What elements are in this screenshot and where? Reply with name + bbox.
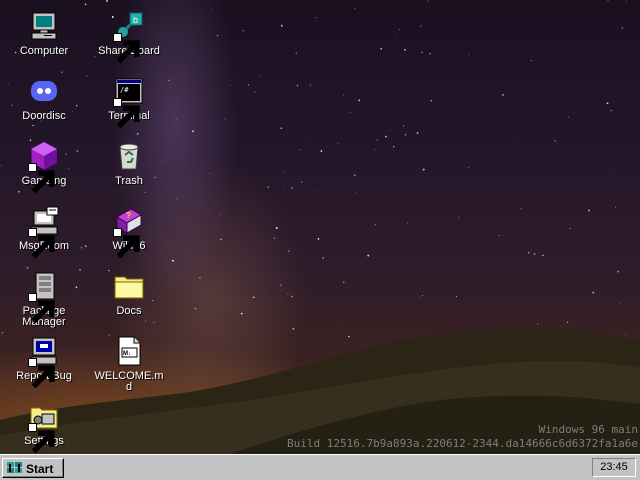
shortcut-arrow-icon	[113, 33, 140, 64]
desktop-icon-wiki96[interactable]: ? Wiki96	[87, 203, 171, 265]
desktop-icon-terminal[interactable]: /# Terminal	[87, 73, 171, 135]
shortcut-arrow-icon	[113, 98, 140, 129]
build-watermark: Windows 96 main Build 12516.7b9a893a.220…	[287, 423, 638, 451]
desktop-icon-docs[interactable]: Docs	[87, 268, 171, 330]
shortcut-arrow-icon	[28, 293, 55, 324]
shortcut-arrow-icon	[28, 423, 55, 454]
trash-icon	[113, 140, 145, 172]
desktop-icon-share-board[interactable]: b Share Board	[87, 8, 171, 70]
desktop-icon-settings[interactable]: Settings	[2, 398, 86, 454]
desktop-icon-label: Trash	[115, 175, 143, 187]
windows96-logo-icon	[7, 461, 23, 475]
desktop-icon-package-manager[interactable]: Package Manager	[2, 268, 86, 332]
svg-text:/#: /#	[120, 86, 129, 94]
desktop-icon-label: Doordisc	[22, 110, 66, 122]
watermark-build: Build 12516.7b9a893a.220612-2344.da14666…	[287, 437, 638, 450]
svg-text:b: b	[133, 15, 138, 25]
settings-icon	[28, 400, 60, 454]
desktop-icon-trash[interactable]: Trash	[87, 138, 171, 200]
desktop-icon-label: Docs	[116, 305, 142, 317]
computer-icon	[28, 10, 60, 42]
terminal-icon: /#	[113, 75, 145, 129]
desktop-icon-welcome-md[interactable]: M↓ WELCOME.m d	[87, 333, 171, 397]
desktop[interactable]: Computer Doordisc Gameing MsgRoom Packag…	[0, 0, 640, 454]
package-manager-icon	[28, 270, 60, 324]
folder-icon	[113, 270, 145, 302]
markdown-file-icon: M↓	[113, 335, 145, 367]
desktop-icon-label-line2: d	[125, 381, 133, 393]
svg-text:?: ?	[126, 211, 131, 220]
taskbar-clock[interactable]: 23:45	[592, 458, 636, 477]
start-label: Start	[26, 462, 54, 476]
desktop-icon-msgroom[interactable]: MsgRoom	[2, 203, 86, 265]
report-bug-icon	[28, 335, 60, 389]
wiki96-icon: ?	[113, 205, 145, 259]
desktop-icon-gameing[interactable]: Gameing	[2, 138, 86, 200]
shortcut-arrow-icon	[113, 228, 140, 259]
svg-text:M↓: M↓	[123, 351, 131, 357]
shortcut-arrow-icon	[28, 163, 55, 194]
doordisc-icon	[28, 75, 60, 107]
shortcut-arrow-icon	[28, 358, 55, 389]
msgroom-icon	[28, 205, 60, 259]
start-button[interactable]: Start	[2, 458, 64, 478]
desktop-icon-label: Computer	[19, 45, 69, 57]
desktop-icon-doordisc[interactable]: Doordisc	[2, 73, 86, 135]
desktop-icon-report-bug[interactable]: Report Bug	[2, 333, 86, 395]
watermark-product: Windows 96 main	[538, 423, 638, 436]
share-board-icon: b	[113, 10, 145, 64]
gameing-icon	[28, 140, 60, 194]
taskbar: Start 23:45	[0, 454, 640, 480]
desktop-icon-computer[interactable]: Computer	[2, 8, 86, 70]
shortcut-arrow-icon	[28, 228, 55, 259]
